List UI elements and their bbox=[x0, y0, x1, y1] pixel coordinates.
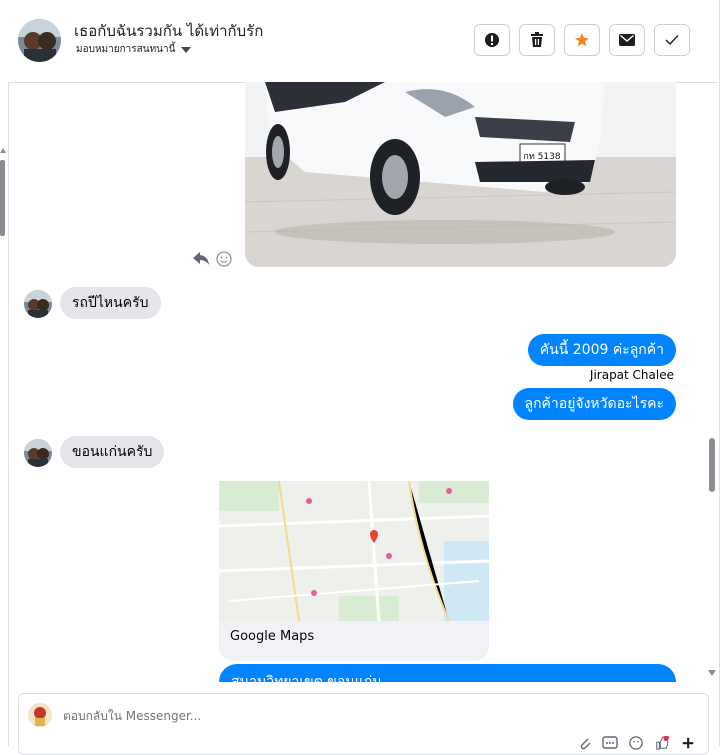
contact-avatar[interactable] bbox=[24, 290, 52, 318]
outer-scrollbar[interactable] bbox=[0, 148, 8, 240]
message-outgoing-partial[interactable]: สนามวิทยาเขต ขอนแก่น bbox=[219, 664, 676, 682]
alert-circle-icon bbox=[485, 33, 499, 47]
map-thumbnail[interactable] bbox=[219, 481, 489, 622]
reply-input[interactable] bbox=[63, 709, 463, 723]
assign-label: มอบหมายการสนทนานี้ bbox=[76, 44, 176, 55]
conversation-header: เธอกับฉันรวมกัน ได้เท่ากับรัก มอบหมายการ… bbox=[8, 0, 718, 83]
more-icon[interactable] bbox=[680, 736, 696, 750]
thread-scrollbar[interactable] bbox=[707, 82, 717, 682]
trash-icon bbox=[531, 32, 543, 47]
contact-avatar[interactable] bbox=[18, 19, 61, 62]
message-actions bbox=[192, 251, 232, 267]
message-outgoing[interactable]: คันนี้ 2009 ค่ะลูกค้า bbox=[527, 334, 676, 366]
assign-conversation-dropdown[interactable]: มอบหมายการสนทนานี้ bbox=[76, 42, 192, 57]
message-incoming[interactable]: รถปีไหนครับ bbox=[60, 287, 161, 319]
sender-name: Jirapat Chalee bbox=[589, 368, 674, 382]
conversation-actions bbox=[474, 24, 690, 56]
mark-done-button[interactable] bbox=[654, 24, 690, 56]
mark-spam-button[interactable] bbox=[474, 24, 510, 56]
message-incoming[interactable]: ขอนแก่นครับ bbox=[60, 436, 165, 468]
smiley-icon[interactable] bbox=[216, 251, 232, 267]
star-icon bbox=[575, 33, 589, 47]
delete-button[interactable] bbox=[519, 24, 555, 56]
map-label: Google Maps bbox=[230, 629, 315, 644]
contact-avatar[interactable] bbox=[24, 439, 52, 467]
envelope-icon bbox=[619, 34, 635, 46]
message-outgoing[interactable]: ลูกค้าอยู่จังหวัดอะไรคะ bbox=[512, 388, 676, 420]
location-attachment[interactable]: Google Maps bbox=[219, 481, 489, 661]
scroll-down-icon[interactable] bbox=[708, 670, 716, 676]
saved-reply-icon[interactable] bbox=[602, 736, 618, 750]
mark-unread-button[interactable] bbox=[609, 24, 645, 56]
car-photo[interactable]: กท 5138 bbox=[245, 82, 676, 267]
page-avatar bbox=[28, 703, 52, 727]
reply-icon[interactable] bbox=[192, 251, 210, 267]
checkmark-icon bbox=[665, 35, 679, 46]
scroll-up-icon bbox=[0, 148, 6, 153]
license-plate: กท 5138 bbox=[523, 152, 560, 162]
star-button[interactable] bbox=[564, 24, 600, 56]
scroll-thumb[interactable] bbox=[709, 438, 715, 492]
caret-down-icon bbox=[181, 46, 192, 53]
attachment-icon[interactable] bbox=[578, 736, 592, 750]
emoji-icon[interactable] bbox=[628, 736, 644, 750]
composer-tools bbox=[578, 736, 696, 750]
like-icon[interactable] bbox=[654, 736, 670, 750]
scroll-thumb[interactable] bbox=[0, 160, 5, 236]
conversation-title: เธอกับฉันรวมกัน ได้เท่ากับรัก bbox=[74, 22, 264, 40]
